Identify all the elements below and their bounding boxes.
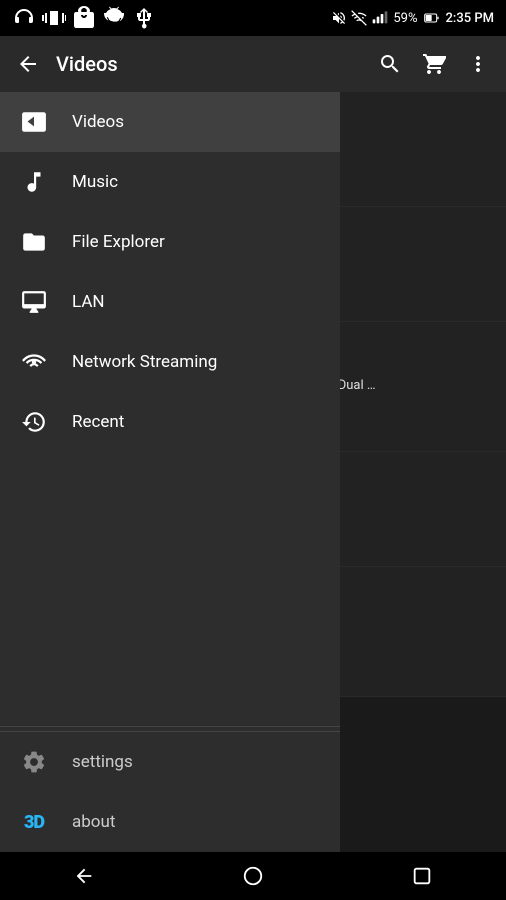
- settings-gear-icon: [21, 749, 47, 775]
- bag-icon: [72, 6, 96, 30]
- battery-icon: [422, 10, 442, 26]
- streaming-nav-icon: [16, 344, 52, 380]
- video-nav-icon: [16, 104, 52, 140]
- history-icon: [21, 409, 47, 435]
- headphone-icon: [12, 6, 36, 30]
- signal-icon: [371, 10, 389, 26]
- drawer-label-network-streaming: Network Streaming: [72, 352, 217, 372]
- drawer-bottom: settings 3D about: [0, 731, 340, 852]
- back-arrow-icon: [16, 52, 40, 76]
- drawer-item-lan[interactable]: LAN: [0, 272, 340, 332]
- status-left-icons: [12, 6, 156, 30]
- back-button[interactable]: [8, 44, 48, 84]
- folder-icon: [21, 229, 47, 255]
- drawer-item-settings[interactable]: settings: [0, 732, 340, 792]
- play-box-icon: [21, 109, 47, 135]
- battery-percent: 59%: [393, 11, 417, 26]
- drawer-label-about: about: [72, 812, 115, 832]
- drawer-item-about[interactable]: 3D about: [0, 792, 340, 852]
- 3d-icon: 3D: [24, 812, 44, 833]
- lan-nav-icon: [16, 284, 52, 320]
- cart-button[interactable]: [414, 44, 454, 84]
- time-display: 2:35 PM: [446, 11, 495, 26]
- drawer-label-file-explorer: File Explorer: [72, 232, 165, 252]
- search-button[interactable]: [370, 44, 410, 84]
- vibrate-icon: [42, 6, 66, 30]
- app-bar-actions: [370, 44, 498, 84]
- drawer-label-lan: LAN: [72, 292, 105, 312]
- app-bar: Videos: [0, 36, 506, 92]
- navigation-drawer: Videos Music File Explorer: [0, 92, 340, 852]
- more-button[interactable]: [458, 44, 498, 84]
- main-area: 1 video 1 video 1 video a Civil War 2016…: [0, 92, 506, 852]
- drawer-item-file-explorer[interactable]: File Explorer: [0, 212, 340, 272]
- nav-back-icon: [73, 865, 95, 887]
- nav-bar: [0, 852, 506, 900]
- drawer-label-settings: settings: [72, 752, 133, 772]
- no-signal-icon: [351, 10, 367, 26]
- cart-icon: [422, 52, 446, 76]
- music-note-icon: [21, 169, 47, 195]
- recent-nav-icon: [16, 404, 52, 440]
- drawer-item-videos[interactable]: Videos: [0, 92, 340, 152]
- usb-icon: [132, 6, 156, 30]
- status-bar: 59% 2:35 PM: [0, 0, 506, 36]
- nav-recent-icon: [411, 865, 433, 887]
- nav-home-icon: [242, 865, 264, 887]
- settings-nav-icon: [16, 744, 52, 780]
- nav-back-button[interactable]: [0, 852, 169, 900]
- search-icon: [378, 52, 402, 76]
- nav-home-button[interactable]: [169, 852, 338, 900]
- page-title: Videos: [56, 52, 362, 76]
- status-right-info: 59% 2:35 PM: [331, 10, 494, 26]
- more-icon: [466, 52, 490, 76]
- music-nav-icon: [16, 164, 52, 200]
- computer-icon: [21, 289, 47, 315]
- drawer-item-network-streaming[interactable]: Network Streaming: [0, 332, 340, 392]
- nav-recent-button[interactable]: [337, 852, 506, 900]
- mute-icon: [331, 10, 347, 26]
- about-nav-icon: 3D: [16, 804, 52, 840]
- drawer-divider: [0, 726, 340, 727]
- drawer-label-recent: Recent: [72, 412, 124, 432]
- drawer-item-music[interactable]: Music: [0, 152, 340, 212]
- folder-nav-icon: [16, 224, 52, 260]
- drawer-label-videos: Videos: [72, 112, 124, 132]
- drawer-item-recent[interactable]: Recent: [0, 392, 340, 452]
- drawer-label-music: Music: [72, 172, 118, 192]
- wifi-icon: [21, 349, 47, 375]
- android-icon: [102, 6, 126, 30]
- drawer-items: Videos Music File Explorer: [0, 92, 340, 722]
